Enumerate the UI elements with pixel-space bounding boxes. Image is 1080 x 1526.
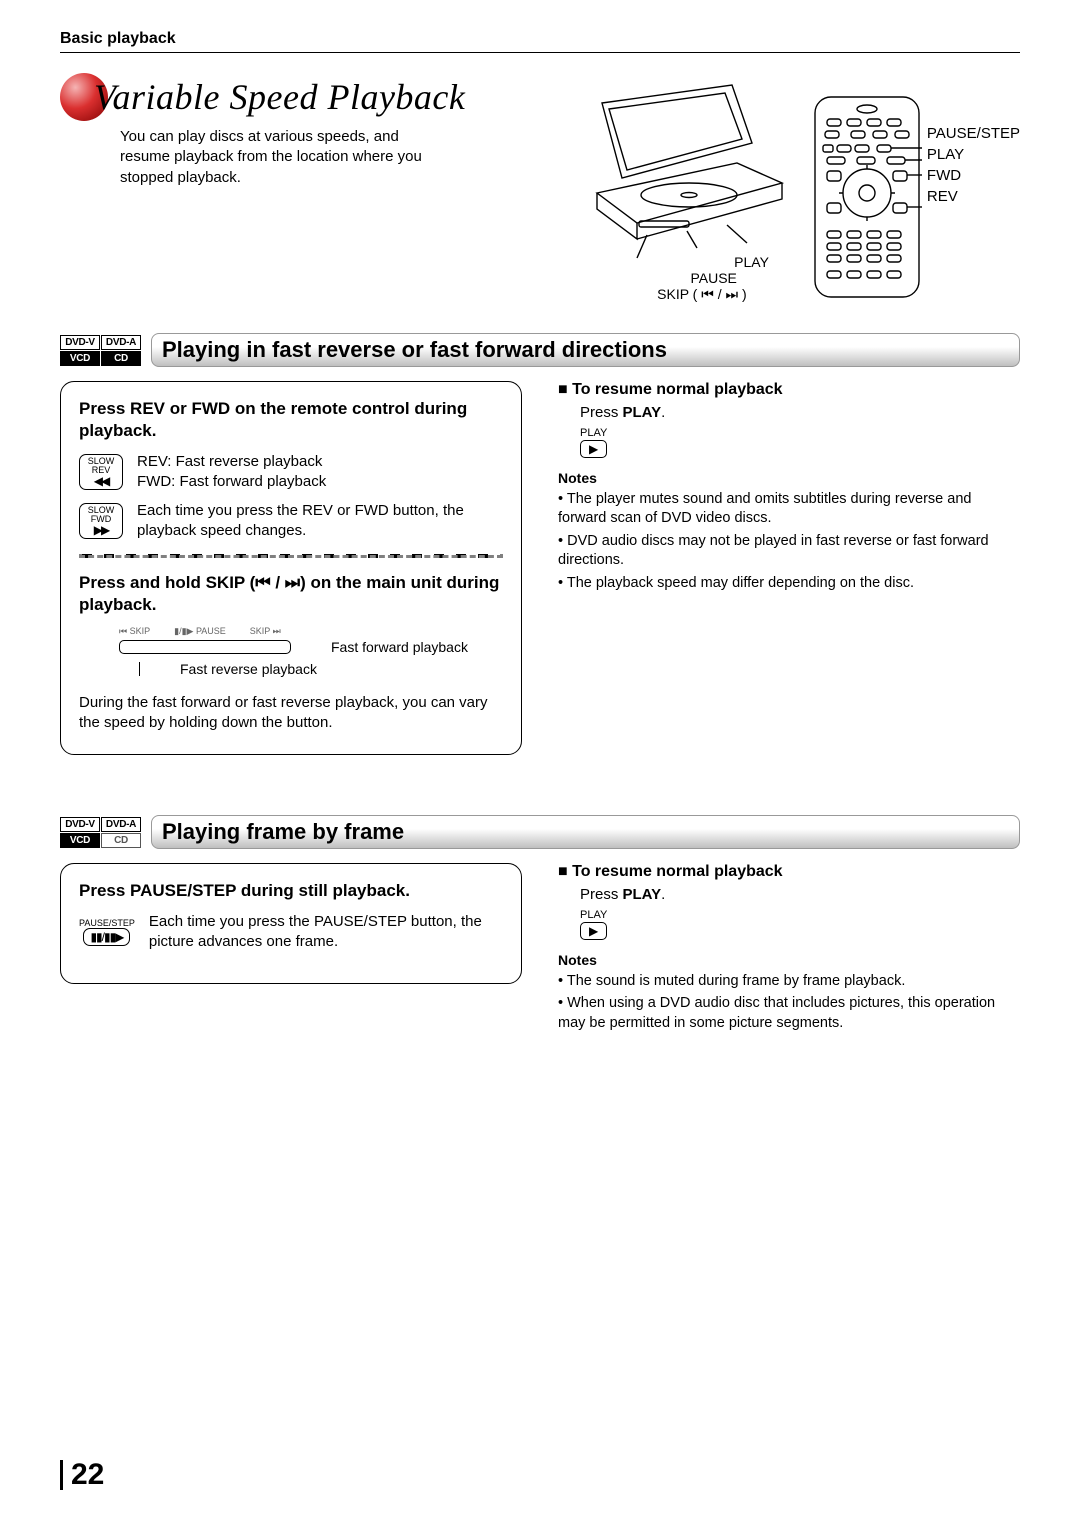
disc-badges-s2: DVD-V DVD-A VCD CD [60, 817, 141, 848]
notes-heading: Notes [558, 470, 1020, 486]
section1-left-panel: Press REV or FWD on the remote control d… [60, 381, 522, 755]
badge: CD [101, 833, 141, 848]
badge: VCD [60, 833, 100, 848]
badge: DVD-A [101, 335, 141, 350]
section2-left-panel: Press PAUSE/STEP during still playback. … [60, 863, 522, 984]
badge: VCD [60, 351, 100, 366]
instruction-heading: Press PAUSE/STEP during still playback. [79, 880, 503, 902]
page-title: Variable Speed Playback [94, 76, 465, 118]
header-section: Basic playback [60, 30, 1020, 48]
resume-heading: To resume normal playback [558, 863, 1020, 881]
notes-item: The sound is muted during frame by frame… [558, 972, 1020, 992]
play-icon-label: PLAY [580, 909, 607, 921]
rev-button-icon: SLOW REV ◀◀ [79, 454, 123, 490]
badge: DVD-A [101, 817, 141, 832]
desc-text: FWD: Fast forward playback [137, 472, 326, 492]
disc-badges-s1: DVD-V DVD-A VCD CD [60, 335, 141, 366]
badge: CD [101, 351, 141, 366]
notes-list: The sound is muted during frame by frame… [558, 972, 1020, 1034]
instruction-heading: Press and hold SKIP (⏮ / ⏭) on the main … [79, 572, 503, 616]
remote-label-play: PLAY [927, 144, 1020, 165]
notes-item: The player mutes sound and omits subtitl… [558, 490, 1020, 529]
remote-label-pause-step: PAUSE/STEP [927, 123, 1020, 144]
play-button-icon: ▶ [580, 922, 607, 940]
unit-caption: Fast forward playback [331, 639, 468, 655]
play-button-icon: ▶ [580, 440, 607, 458]
unit-caption: Fast reverse playback [180, 661, 317, 677]
pausestep-button-icon: ▮▮/▮▮▶ [83, 928, 130, 946]
notes-list: The player mutes sound and omits subtitl… [558, 490, 1020, 594]
unit-label: SKIP ⏭ [250, 626, 281, 637]
unit-label: ▮/▮▶ PAUSE [174, 626, 226, 637]
unit-button-diagram: ⏮ SKIP ▮/▮▶ PAUSE SKIP ⏭ Fast forward pl… [119, 626, 503, 677]
dvd-player-illustration [577, 73, 797, 263]
pausestep-label: PAUSE/STEP [79, 918, 135, 928]
resume-text: Press PLAY. [580, 403, 1020, 423]
badge: DVD-V [60, 817, 100, 832]
notes-item: When using a DVD audio disc that include… [558, 994, 1020, 1033]
badge: DVD-V [60, 335, 100, 350]
desc-text: Each time you press the REV or FWD butto… [137, 501, 503, 540]
instruction-heading: Press REV or FWD on the remote control d… [79, 398, 503, 442]
desc-text: REV: Fast reverse playback [137, 452, 326, 472]
play-icon-label: PLAY [580, 427, 607, 439]
device-label-skip: SKIP ( ⏮ / ⏭ ) [577, 286, 797, 303]
resume-text: Press PLAY. [580, 885, 1020, 905]
header-rule [60, 52, 1020, 53]
notes-heading: Notes [558, 952, 1020, 968]
section2-title: Playing frame by frame [151, 815, 1020, 849]
paragraph: During the fast forward or fast reverse … [79, 693, 503, 732]
device-label-pause: PAUSE [577, 270, 797, 286]
remote-label-rev: REV [927, 186, 1020, 207]
desc-text: Each time you press the PAUSE/STEP butto… [149, 912, 503, 951]
notes-item: DVD audio discs may not be played in fas… [558, 532, 1020, 571]
intro-text: You can play discs at various speeds, an… [120, 127, 450, 188]
remote-label-fwd: FWD [927, 165, 1020, 186]
remote-illustration [807, 93, 927, 303]
page-number: 22 [60, 1460, 104, 1490]
unit-label: ⏮ SKIP [119, 626, 150, 637]
section1-title: Playing in fast reverse or fast forward … [151, 333, 1020, 367]
divider [79, 554, 503, 558]
resume-heading: To resume normal playback [558, 381, 1020, 399]
fwd-button-icon: SLOW FWD ▶▶ [79, 503, 123, 539]
notes-item: The playback speed may differ depending … [558, 574, 1020, 594]
